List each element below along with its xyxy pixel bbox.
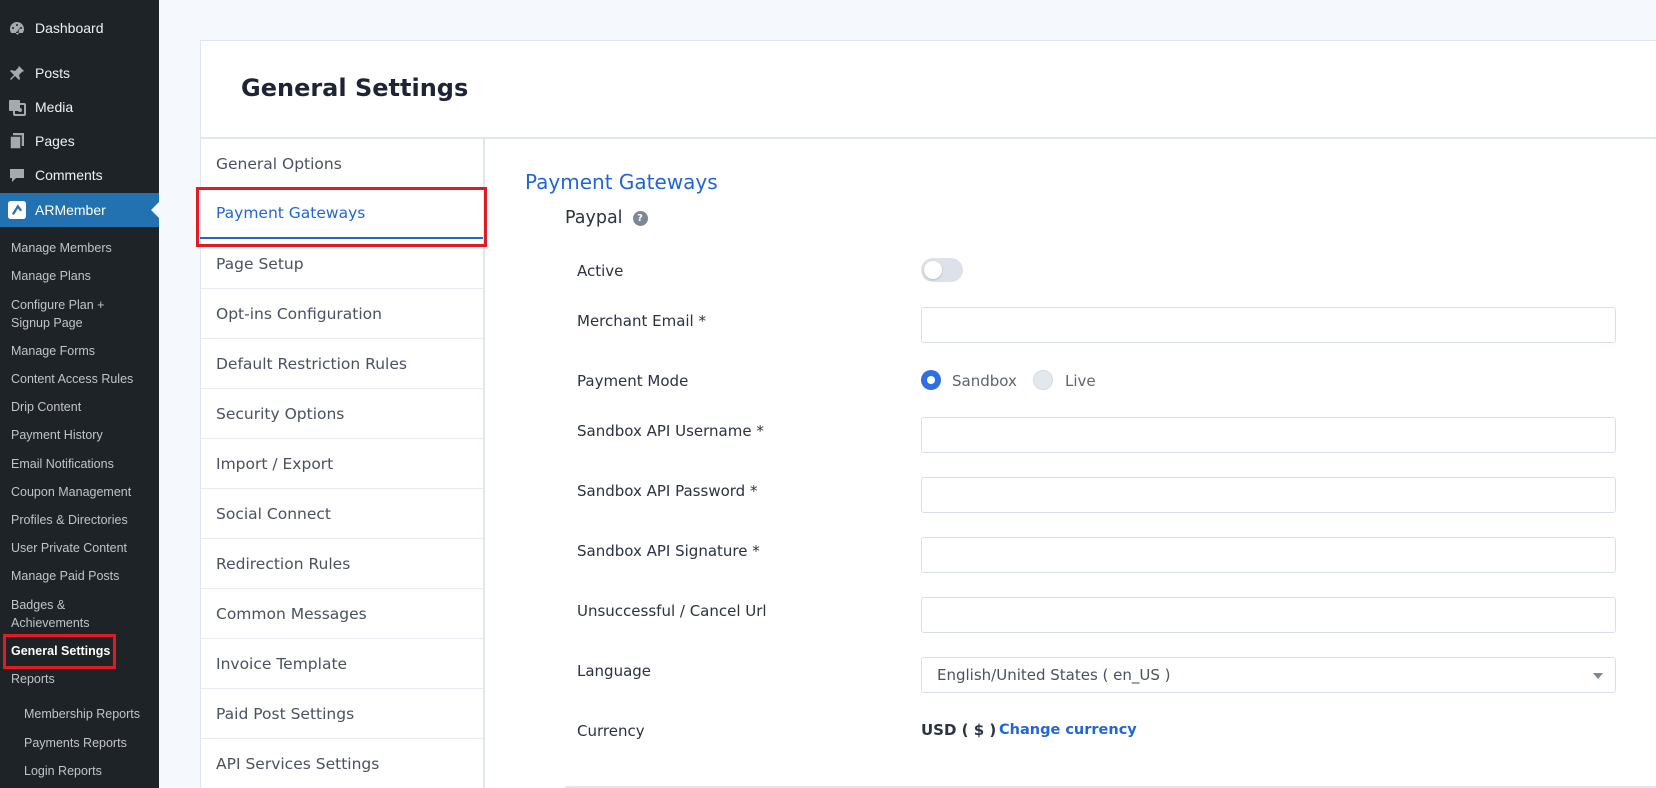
- tab-import-export[interactable]: Import / Export: [200, 439, 483, 489]
- admin-sidebar: Dashboard Posts Media Pages Comments ARM…: [0, 0, 159, 788]
- api-password-label: Sandbox API Password *: [577, 482, 758, 500]
- language-value: English/United States ( en_US ): [937, 666, 1171, 684]
- gateway-heading: Paypal ?: [565, 208, 648, 228]
- highlight-general-settings: [3, 634, 116, 669]
- menu-label: Dashboard: [35, 20, 104, 36]
- submenu-manage-members[interactable]: Manage Members: [11, 239, 156, 257]
- sandbox-radio-label[interactable]: Sandbox: [952, 372, 1017, 390]
- cancel-url-label: Unsuccessful / Cancel Url: [577, 602, 767, 620]
- pages-icon: [8, 132, 26, 150]
- api-username-label: Sandbox API Username *: [577, 422, 764, 440]
- page-title: General Settings: [241, 74, 469, 102]
- submenu-configure-plan[interactable]: Configure Plan + Signup Page: [11, 296, 156, 332]
- submenu-profiles-directories[interactable]: Profiles & Directories: [11, 511, 156, 529]
- tab-redirection-rules[interactable]: Redirection Rules: [200, 539, 483, 589]
- api-signature-label: Sandbox API Signature *: [577, 542, 760, 560]
- submenu-login-reports[interactable]: Login Reports: [24, 762, 169, 780]
- comment-icon: [8, 166, 26, 184]
- armember-icon: [8, 201, 26, 219]
- submenu-membership-reports[interactable]: Membership Reports: [24, 705, 169, 723]
- menu-posts[interactable]: Posts: [0, 56, 159, 90]
- submenu-manage-paid-posts[interactable]: Manage Paid Posts: [11, 567, 156, 585]
- active-label: Active: [577, 262, 624, 280]
- section-title: Payment Gateways: [525, 170, 718, 194]
- tab-invoice-template[interactable]: Invoice Template: [200, 639, 483, 689]
- menu-comments[interactable]: Comments: [0, 158, 159, 192]
- menu-label: Media: [35, 99, 74, 115]
- menu-pages[interactable]: Pages: [0, 124, 159, 158]
- highlight-payment-gateways: [196, 187, 487, 247]
- submenu-payments-reports[interactable]: Payments Reports: [24, 734, 169, 752]
- submenu-manage-plans[interactable]: Manage Plans: [11, 267, 156, 285]
- menu-dashboard[interactable]: Dashboard: [0, 11, 159, 45]
- toggle-knob: [924, 261, 942, 279]
- tab-api-services-settings[interactable]: API Services Settings: [200, 739, 483, 788]
- sandbox-radio[interactable]: [921, 370, 941, 390]
- menu-label: Comments: [35, 167, 103, 183]
- change-currency-link[interactable]: Change currency: [999, 722, 1137, 738]
- currency-value: USD ( $ ): [921, 721, 997, 739]
- menu-label: ARMember: [35, 202, 106, 218]
- tab-opt-ins-configuration[interactable]: Opt-ins Configuration: [200, 289, 483, 339]
- pin-icon: [8, 64, 26, 82]
- submenu-payment-history[interactable]: Payment History: [11, 426, 156, 444]
- live-radio-label[interactable]: Live: [1065, 372, 1096, 390]
- tab-social-connect[interactable]: Social Connect: [200, 489, 483, 539]
- tab-security-options[interactable]: Security Options: [200, 389, 483, 439]
- tab-paid-post-settings[interactable]: Paid Post Settings: [200, 689, 483, 739]
- payment-mode-label: Payment Mode: [577, 372, 689, 390]
- tab-default-restriction-rules[interactable]: Default Restriction Rules: [200, 339, 483, 389]
- live-radio[interactable]: [1033, 370, 1053, 390]
- tab-general-options[interactable]: General Options: [200, 139, 483, 189]
- cancel-url-field[interactable]: [921, 597, 1616, 633]
- submenu-coupon-management[interactable]: Coupon Management: [11, 483, 156, 501]
- submenu-manage-forms[interactable]: Manage Forms: [11, 342, 156, 360]
- language-select[interactable]: English/United States ( en_US ): [921, 657, 1616, 693]
- currency-label: Currency: [577, 722, 645, 740]
- submenu-reports[interactable]: Reports: [11, 670, 156, 688]
- active-toggle[interactable]: [921, 258, 963, 282]
- language-label: Language: [577, 662, 652, 680]
- menu-label: Posts: [35, 65, 71, 81]
- merchant-email-field[interactable]: [921, 307, 1616, 343]
- media-icon: [8, 98, 26, 116]
- api-signature-field[interactable]: [921, 537, 1616, 573]
- api-password-field[interactable]: [921, 477, 1616, 513]
- help-icon[interactable]: ?: [632, 210, 648, 226]
- api-username-field[interactable]: [921, 417, 1616, 453]
- submenu-badges-achievements[interactable]: Badges & Achievements: [11, 596, 156, 632]
- menu-media[interactable]: Media: [0, 90, 159, 124]
- menu-label: Pages: [35, 133, 75, 149]
- chevron-down-icon: [1593, 673, 1603, 679]
- dashboard-icon: [8, 19, 26, 37]
- submenu-drip-content[interactable]: Drip Content: [11, 398, 156, 416]
- tab-common-messages[interactable]: Common Messages: [200, 589, 483, 639]
- submenu-email-notifications[interactable]: Email Notifications: [11, 455, 156, 473]
- submenu-content-access-rules[interactable]: Content Access Rules: [11, 370, 156, 388]
- gateway-name: Paypal: [565, 208, 623, 228]
- menu-armember[interactable]: ARMember: [0, 193, 159, 227]
- submenu-user-private-content[interactable]: User Private Content: [11, 539, 156, 557]
- merchant-email-label: Merchant Email *: [577, 312, 706, 330]
